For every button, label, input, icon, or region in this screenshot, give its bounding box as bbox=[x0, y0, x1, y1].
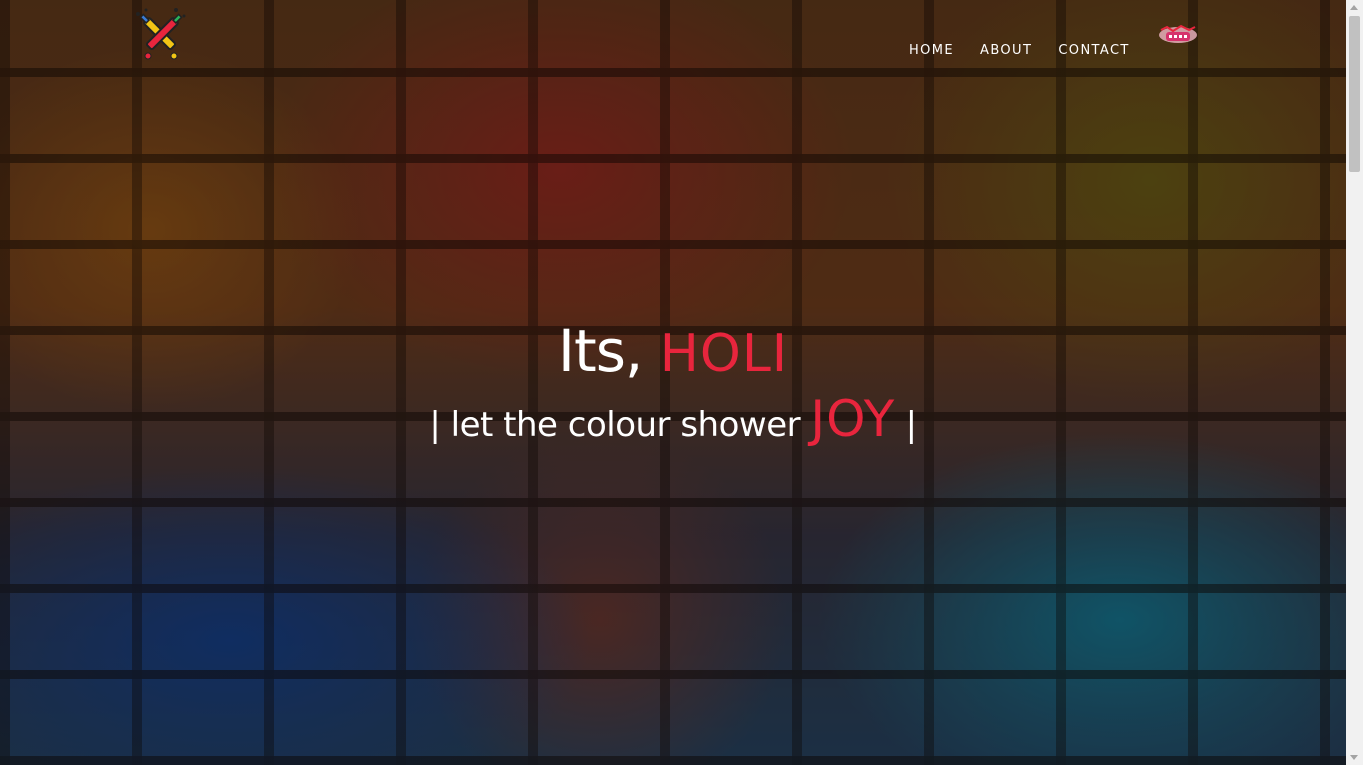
hero-section: Its, HOLI | let the colour shower JOY | bbox=[0, 316, 1346, 453]
color-pichkari-logo-icon[interactable] bbox=[132, 6, 190, 64]
hero-tagline: | let the colour shower JOY | bbox=[0, 391, 1346, 453]
tagline-suffix: | bbox=[905, 405, 917, 445]
scroll-up-icon[interactable] bbox=[1350, 5, 1358, 10]
headline-accent: HOLI bbox=[659, 324, 789, 384]
nav-menu: HOME ABOUT CONTACT bbox=[896, 41, 1143, 60]
tagline-prefix: | let the colour shower bbox=[429, 405, 801, 445]
scroll-thumb[interactable] bbox=[1349, 16, 1360, 172]
holi-badge-icon[interactable] bbox=[1157, 24, 1199, 46]
scroll-down-icon[interactable] bbox=[1350, 755, 1358, 760]
headline-prefix: Its, bbox=[557, 317, 644, 385]
hero-headline: Its, HOLI bbox=[0, 316, 1346, 389]
navbar: HOME ABOUT CONTACT bbox=[0, 0, 1346, 90]
nav-link-about[interactable]: ABOUT bbox=[975, 41, 1037, 60]
tagline-accent: JOY bbox=[810, 390, 896, 448]
page-scrollbar[interactable] bbox=[1346, 0, 1363, 765]
landing-page: HOME ABOUT CONTACT Its, HOLI | let the c… bbox=[0, 0, 1363, 765]
nav-link-home[interactable]: HOME bbox=[904, 41, 959, 60]
nav-link-contact[interactable]: CONTACT bbox=[1053, 41, 1134, 60]
